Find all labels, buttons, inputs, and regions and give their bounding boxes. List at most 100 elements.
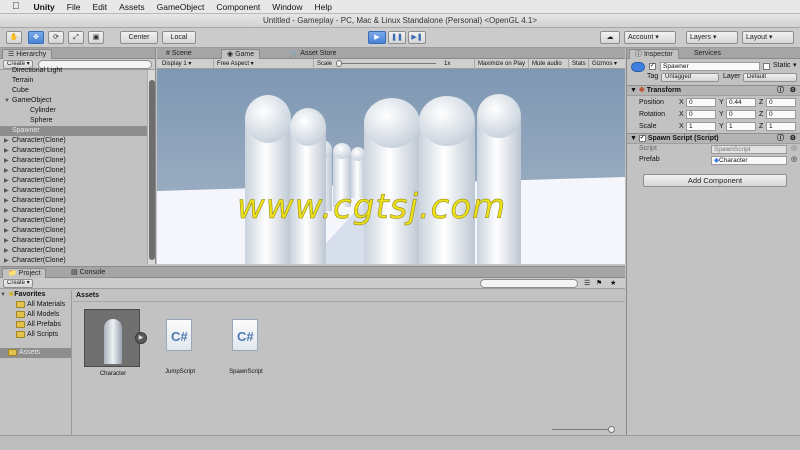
mute-audio-toggle[interactable]: Mute audio	[528, 59, 566, 69]
foldout-arrow-icon[interactable]: ▼	[630, 87, 637, 94]
prefab-field[interactable]: ◆Character	[711, 156, 787, 165]
tab-hierarchy[interactable]: ☰ Hierarchy	[2, 49, 53, 59]
pause-icon[interactable]: ❚❚	[388, 31, 406, 44]
hierarchy-item[interactable]: Cylinder	[0, 106, 147, 116]
favorite-all-models[interactable]: All Models	[0, 310, 71, 320]
tab-game[interactable]: ◉ Game	[221, 49, 261, 59]
asset-jumpscript[interactable]: C# JumpScript	[152, 315, 208, 375]
hierarchy-item[interactable]: ▼ GameObject	[0, 96, 147, 106]
apple-icon[interactable]: 	[0, 1, 28, 12]
scale-icon[interactable]: ⤢	[68, 31, 84, 44]
menu-help[interactable]: Help	[309, 2, 338, 12]
asset-character[interactable]: ▶ Character	[84, 309, 147, 377]
menu-assets[interactable]: Assets	[113, 2, 151, 12]
transform-z-field[interactable]: 1	[766, 122, 796, 131]
account-dropdown[interactable]: Account ▾	[624, 31, 676, 44]
filter-type-icon[interactable]: ☰	[584, 279, 590, 287]
transform-z-field[interactable]: 0	[766, 110, 796, 119]
hierarchy-item[interactable]: ▶ Character(Clone)	[0, 156, 147, 166]
transform-x-field[interactable]: 1	[686, 122, 716, 131]
hierarchy-item[interactable]: Terrain	[0, 76, 147, 86]
favorite-all-prefabs[interactable]: All Prefabs	[0, 320, 71, 330]
project-create-button[interactable]: Create ▾	[3, 279, 33, 288]
menu-app[interactable]: Unity	[28, 2, 61, 12]
foldout-arrow-icon[interactable]: ▶	[4, 226, 12, 236]
tab-asset-store[interactable]: 🛒 Asset Store	[285, 49, 341, 59]
help-icon[interactable]: ⓘ	[777, 86, 784, 96]
hierarchy-item[interactable]: Spawner	[0, 126, 147, 136]
gizmos-dropdown[interactable]: Gizmos ▾	[588, 59, 624, 69]
menu-gameobject[interactable]: GameObject	[151, 2, 211, 12]
hierarchy-item[interactable]: ▶ Character(Clone)	[0, 146, 147, 156]
hierarchy-item[interactable]: ▶ Character(Clone)	[0, 236, 147, 246]
space-toggle[interactable]: Local	[162, 31, 196, 44]
hierarchy-item[interactable]: ▶ Character(Clone)	[0, 206, 147, 216]
stats-toggle[interactable]: Stats	[568, 59, 586, 69]
foldout-arrow-icon[interactable]: ▶	[4, 136, 12, 146]
display-dropdown[interactable]: Display 1 ▾	[159, 59, 211, 69]
transform-x-field[interactable]: 0	[686, 98, 716, 107]
transform-y-field[interactable]: 0	[726, 110, 756, 119]
hierarchy-item[interactable]: ▶ Character(Clone)	[0, 176, 147, 186]
hierarchy-item[interactable]: ▶ Character(Clone)	[0, 256, 147, 264]
favorites-item[interactable]: ▼ ★Favorites	[0, 290, 71, 300]
layers-dropdown[interactable]: Layers ▾	[686, 31, 738, 44]
hierarchy-scroll-thumb[interactable]	[149, 80, 155, 260]
favorite-all-scripts[interactable]: All Scripts	[0, 330, 71, 340]
object-active-checkbox[interactable]: ✓	[649, 63, 656, 70]
foldout-arrow-icon[interactable]: ▶	[4, 146, 12, 156]
layer-dropdown[interactable]: Default	[743, 73, 797, 82]
tab-scene[interactable]: # Scene	[161, 49, 197, 59]
foldout-arrow-icon[interactable]: ▶	[4, 156, 12, 166]
hierarchy-item[interactable]: ▶ Character(Clone)	[0, 136, 147, 146]
assets-folder-item[interactable]: Assets	[0, 348, 71, 358]
rotate-icon[interactable]: ⟳	[48, 31, 64, 44]
foldout-arrow-icon[interactable]: ▶	[4, 196, 12, 206]
project-search-input[interactable]	[480, 279, 578, 288]
filter-label-icon[interactable]: ⚑	[596, 279, 602, 287]
transform-y-field[interactable]: 1	[726, 122, 756, 131]
favorite-all-materials[interactable]: All Materials	[0, 300, 71, 310]
hierarchy-item[interactable]: Directional Light	[0, 66, 147, 76]
rect-tool-icon[interactable]: ▣	[88, 31, 104, 44]
move-icon[interactable]: ✥	[28, 31, 44, 44]
asset-spawnscript[interactable]: C# SpawnScript	[218, 315, 274, 375]
step-icon[interactable]: ▶❚	[408, 31, 426, 44]
foldout-arrow-icon[interactable]: ▶	[4, 166, 12, 176]
star-icon[interactable]: ★	[610, 279, 616, 287]
hierarchy-item[interactable]: Sphere	[0, 116, 147, 126]
spawn-script-header[interactable]: ▼ ✓ Spawn Script (Script) ⓘ ⚙	[627, 133, 800, 144]
gear-icon[interactable]: ⚙	[790, 134, 796, 144]
cloud-icon[interactable]: ☁	[600, 31, 620, 44]
foldout-arrow-icon[interactable]: ▶	[4, 176, 12, 186]
thumbnail-size-slider[interactable]	[552, 429, 612, 430]
spawn-script-enabled-checkbox[interactable]: ✓	[638, 134, 646, 142]
tab-project[interactable]: 📁 Project	[2, 268, 47, 278]
thumbnail-size-handle[interactable]	[608, 426, 615, 433]
layout-dropdown[interactable]: Layout ▾	[742, 31, 794, 44]
transform-header[interactable]: ▼ ✥ Transform ⓘ ⚙	[627, 85, 800, 96]
hierarchy-item[interactable]: ▶ Character(Clone)	[0, 166, 147, 176]
menu-edit[interactable]: Edit	[86, 2, 113, 12]
game-viewport[interactable]: www.cgtsj.com	[157, 69, 625, 264]
tag-dropdown[interactable]: Untagged	[661, 73, 719, 82]
hierarchy-scrollbar[interactable]	[147, 70, 155, 264]
scale-handle[interactable]	[336, 60, 342, 67]
expand-prefab-icon[interactable]: ▶	[135, 332, 147, 344]
foldout-arrow-icon[interactable]: ▶	[4, 246, 12, 256]
menu-file[interactable]: File	[61, 2, 87, 12]
menu-window[interactable]: Window	[266, 2, 308, 12]
target-icon[interactable]: ◎	[791, 144, 797, 152]
object-name-field[interactable]: Spawner	[660, 62, 760, 71]
hierarchy-item[interactable]: ▶ Character(Clone)	[0, 226, 147, 236]
hierarchy-item[interactable]: ▶ Character(Clone)	[0, 186, 147, 196]
hierarchy-item[interactable]: Cube	[0, 86, 147, 96]
foldout-arrow-icon[interactable]: ▶	[4, 206, 12, 216]
gear-icon[interactable]: ⚙	[790, 86, 796, 96]
target-icon[interactable]: ◎	[791, 155, 797, 163]
foldout-arrow-icon[interactable]: ▶	[4, 216, 12, 226]
aspect-dropdown[interactable]: Free Aspect ▾	[213, 59, 311, 69]
static-checkbox[interactable]	[763, 63, 770, 70]
tab-inspector[interactable]: ⓘ Inspector	[629, 49, 679, 59]
transform-z-field[interactable]: 0	[766, 98, 796, 107]
